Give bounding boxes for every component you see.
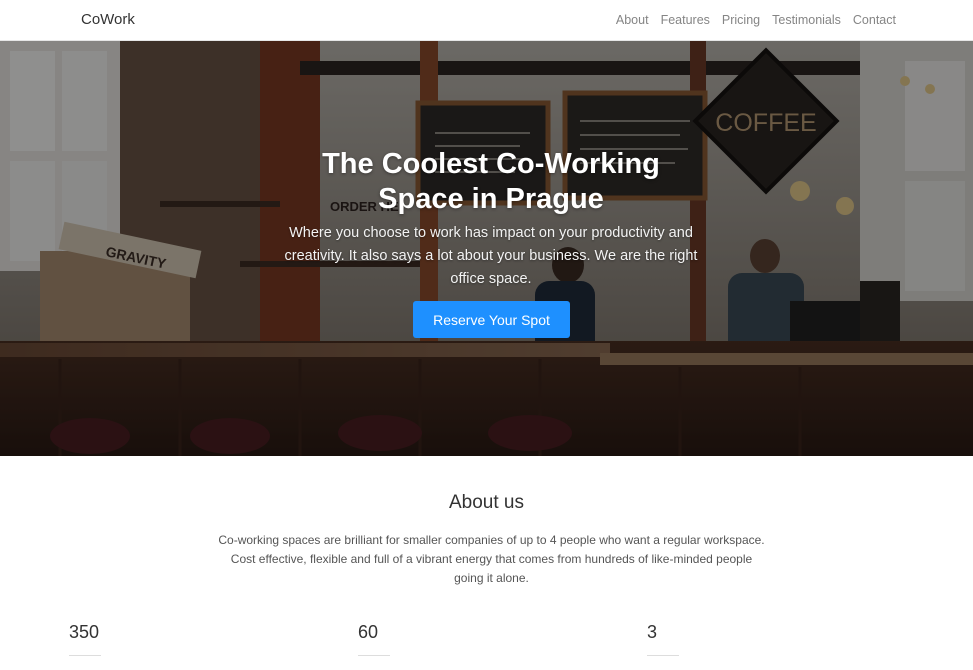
nav-link-pricing[interactable]: Pricing (722, 13, 760, 27)
stat-value: 3 (647, 622, 658, 642)
nav-link-testimonials[interactable]: Testimonials (772, 13, 841, 27)
stat-divider (69, 655, 101, 656)
about-text-line-3: going it alone. (454, 571, 529, 585)
stat-divider (358, 655, 390, 656)
nav-link-features[interactable]: Features (661, 13, 710, 27)
hero-content: The Coolest Co-Working Space in Prague W… (0, 41, 973, 456)
about-title: About us (449, 492, 524, 513)
navbar: CoWork About Features Pricing Testimonia… (0, 0, 973, 41)
hero-description: Where you choose to work has impact on y… (284, 225, 698, 287)
hero-title: The Coolest Co-Working Space in Prague (286, 147, 696, 217)
hero-section: COFFEE GRAVITY ORDER HE The Coolest Co-W… (0, 41, 973, 456)
hero-title-line-2: Space in Prague (378, 183, 604, 215)
stat-value: 350 (69, 622, 100, 642)
about-description: Co-working spaces are brilliant for smal… (200, 531, 783, 588)
nav-links: About Features Pricing Testimonials Cont… (616, 13, 896, 27)
about-text-line-2: Cost effective, flexible and full of a v… (230, 552, 753, 566)
stat-value: 60 (358, 622, 379, 642)
stat-item: 3 (647, 622, 767, 656)
stat-item: 350 (69, 622, 189, 656)
stat-item: 60 (358, 622, 478, 656)
hero-title-line-1: The Coolest Co-Working (322, 148, 660, 180)
about-text-line-1: Co-working spaces are brilliant for smal… (218, 533, 765, 547)
reserve-spot-button[interactable]: Reserve Your Spot (413, 301, 570, 338)
stat-divider (647, 655, 679, 656)
nav-link-about[interactable]: About (616, 13, 649, 27)
nav-link-contact[interactable]: Contact (853, 13, 896, 27)
brand-logo[interactable]: CoWork (81, 11, 135, 28)
